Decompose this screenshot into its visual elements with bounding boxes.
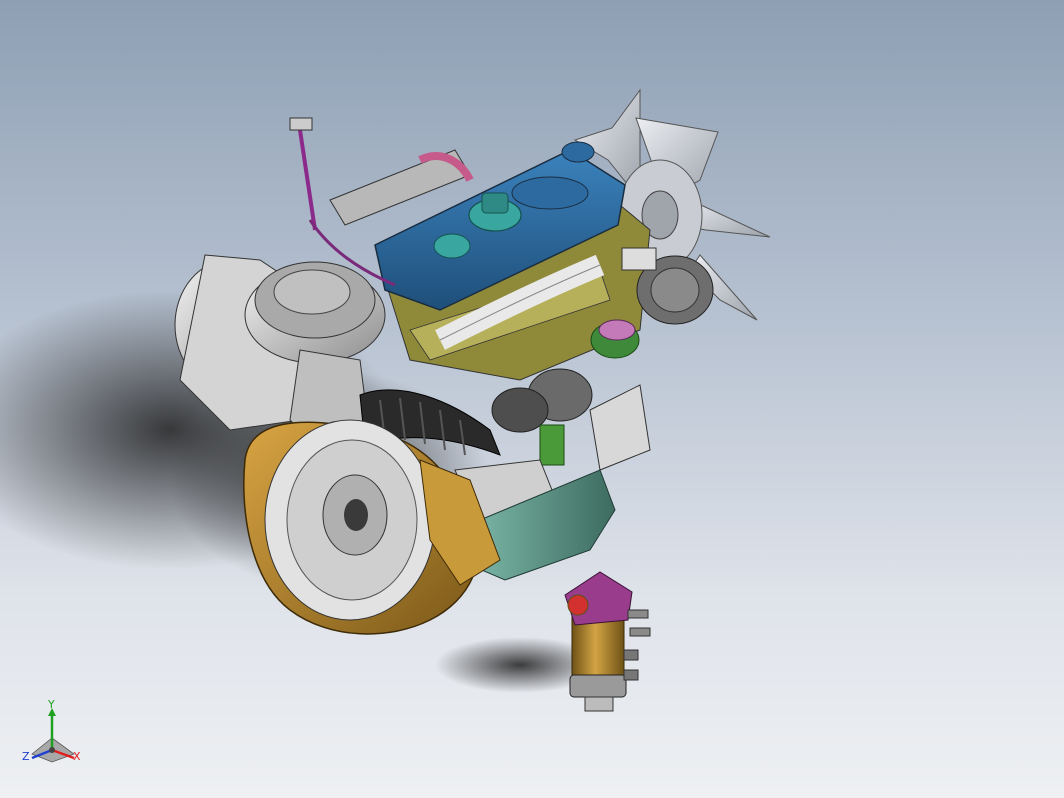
z-axis-label: Z bbox=[22, 750, 30, 763]
engine-model-scene[interactable] bbox=[0, 0, 1064, 798]
y-axis-label: Y bbox=[47, 700, 55, 711]
triad-origin bbox=[49, 747, 55, 753]
x-axis-label: X bbox=[73, 750, 81, 763]
orientation-triad[interactable]: Y X Z bbox=[18, 700, 88, 770]
fuel-filter-assembly[interactable] bbox=[564, 571, 651, 712]
sensor-connector bbox=[289, 117, 313, 131]
graphics-viewport[interactable]: Y X Z bbox=[0, 0, 1064, 798]
